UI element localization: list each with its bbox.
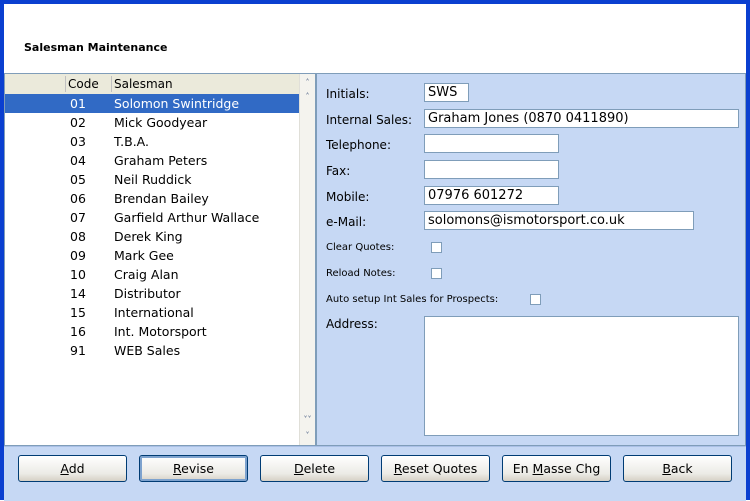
list-rows: 01 Solomon Swintridge 02 Mick Goodyear 03 T.B… [5,94,301,360]
row-code: 15 [70,305,86,320]
row-salesman-name: WEB Sales [114,343,181,358]
list-header: Code Salesman [5,74,301,95]
row-salesman-name: Craig Alan [114,267,179,282]
row-salesman-name: T.B.A. [114,134,149,149]
delete-button[interactable]: Delete [260,455,369,482]
title-area: Salesman Maintenance [4,4,746,72]
row-salesman-name: Distributor [114,286,181,301]
mobile-field[interactable]: 07976 601272 [424,186,559,205]
page-title: Salesman Maintenance [24,41,168,54]
delete-button-label: elete [303,461,336,476]
row-code: 05 [70,172,86,187]
auto-setup-checkbox[interactable] [530,294,541,305]
table-row[interactable]: 05 Neil Ruddick [5,170,301,189]
button-bar: Add Revise Delete Reset Quotes En Masse … [4,446,746,501]
row-salesman-name: Derek King [114,229,183,244]
row-salesman-name: International [114,305,194,320]
auto-setup-label: Auto setup Int Sales for Prospects: [326,294,499,305]
row-salesman-name: Mick Goodyear [114,115,208,130]
en-masse-button-label: asse Chg [543,461,601,476]
initials-label: Initials: [326,87,370,101]
row-salesman-name: Neil Ruddick [114,172,192,187]
table-row[interactable]: 08 Derek King [5,227,301,246]
internal-sales-label: Internal Sales: [326,113,413,127]
back-button-label: ack [670,461,693,476]
column-separator[interactable] [111,76,112,92]
revise-button-label: evise [181,461,214,476]
row-code: 14 [70,286,86,301]
revise-button[interactable]: Revise [139,455,248,482]
row-code: 03 [70,134,86,149]
row-code: 02 [70,115,86,130]
column-separator[interactable] [65,76,66,92]
address-textarea[interactable] [424,316,739,436]
reset-quotes-button-accel: R [393,461,402,476]
row-code: 01 [70,96,86,111]
initials-field[interactable]: SWS [424,83,469,102]
salesman-maintenance-window: Salesman Maintenance Code Salesman 01 Sol… [0,0,750,501]
table-row[interactable]: 91 WEB Sales [5,341,301,360]
row-salesman-name: Mark Gee [114,248,174,263]
row-salesman-name: Solomon Swintridge [114,96,240,111]
telephone-label: Telephone: [326,138,391,152]
telephone-field[interactable] [424,134,559,153]
row-code: 06 [70,191,86,206]
add-button-accel: A [60,461,69,476]
revise-button-accel: R [173,461,182,476]
scroll-top-icon[interactable]: ˄ [301,76,314,90]
delete-button-accel: D [293,461,304,476]
row-code: 08 [70,229,86,244]
scroll-down-icon[interactable]: ˅ [301,429,314,443]
table-row[interactable]: 04 Graham Peters [5,151,301,170]
reset-quotes-button-label: eset Quotes [401,461,478,476]
salesman-list[interactable]: Code Salesman 01 Solomon Swintridge 02 Mick… [4,73,316,446]
row-salesman-name: Brendan Bailey [114,191,209,206]
clear-quotes-label: Clear Quotes: [326,242,395,253]
row-code: 16 [70,324,86,339]
address-label: Address: [326,317,378,331]
back-button[interactable]: Back [623,455,732,482]
clear-quotes-checkbox[interactable] [431,242,442,253]
table-row[interactable]: 07 Garfield Arthur Wallace [5,208,301,227]
row-code: 04 [70,153,86,168]
internal-sales-field[interactable]: Graham Jones (0870 0411890) [424,109,739,128]
scroll-page-down-icon[interactable]: ˅˅ [301,413,314,427]
add-button[interactable]: Add [18,455,127,482]
table-row[interactable]: 16 Int. Motorsport [5,322,301,341]
scroll-up-icon[interactable]: ˄ [301,90,314,104]
back-button-accel: B [662,461,671,476]
column-header-salesman[interactable]: Salesman [114,77,173,91]
window-frame-right [746,0,750,500]
reload-notes-label: Reload Notes: [326,268,396,279]
reload-notes-checkbox[interactable] [431,268,442,279]
en-masse-button-accel: M [532,461,544,476]
email-label: e-Mail: [326,215,367,229]
fax-field[interactable] [424,160,559,179]
fax-label: Fax: [326,164,351,178]
mobile-label: Mobile: [326,190,370,204]
reset-quotes-button[interactable]: Reset Quotes [381,455,490,482]
en-masse-change-button[interactable]: En Masse Chg [502,455,611,482]
table-row[interactable]: 02 Mick Goodyear [5,113,301,132]
table-row[interactable]: 14 Distributor [5,284,301,303]
column-header-code[interactable]: Code [68,77,99,91]
list-scrollbar[interactable]: ˄ ˄ ˅˅ ˅ [299,74,315,445]
table-row[interactable]: 10 Craig Alan [5,265,301,284]
email-field[interactable]: solomons@ismotorsport.co.uk [424,211,694,230]
table-row[interactable]: 01 Solomon Swintridge [5,94,301,113]
table-row[interactable]: 09 Mark Gee [5,246,301,265]
salesman-detail-form: Initials: SWS Internal Sales: Graham Jon… [316,73,746,446]
add-button-label: dd [68,461,85,476]
table-row[interactable]: 06 Brendan Bailey [5,189,301,208]
row-salesman-name: Int. Motorsport [114,324,207,339]
row-code: 09 [70,248,86,263]
row-salesman-name: Graham Peters [114,153,208,168]
table-row[interactable]: 15 International [5,303,301,322]
row-code: 07 [70,210,86,225]
table-row[interactable]: 03 T.B.A. [5,132,301,151]
row-salesman-name: Garfield Arthur Wallace [114,210,260,225]
row-code: 91 [70,343,86,358]
en-masse-button-prefix: En [512,461,533,476]
row-code: 10 [70,267,86,282]
